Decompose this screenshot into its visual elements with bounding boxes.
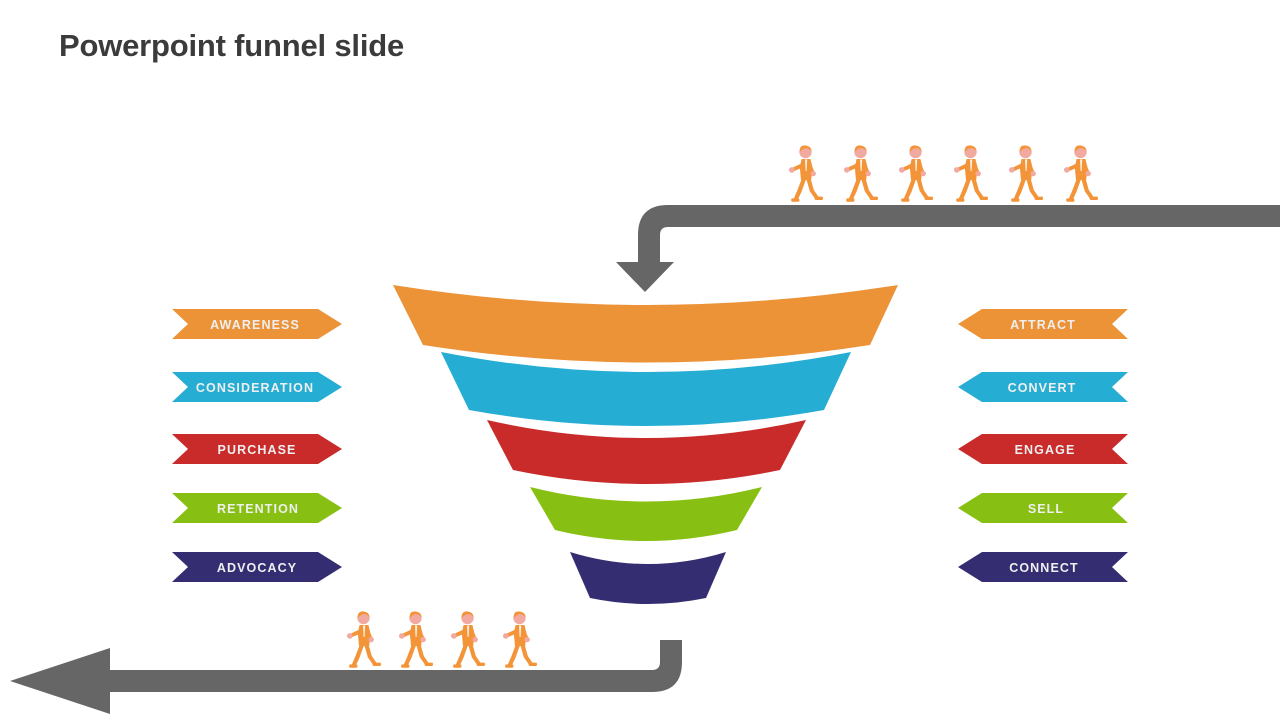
slide-canvas: Powerpoint funnel slide AWARENESS CONSID…: [0, 0, 1280, 720]
walking-person-icon: [844, 145, 878, 202]
walking-person-icon: [789, 145, 823, 202]
walking-person-icon: [899, 145, 933, 202]
people-layer: [347, 145, 1098, 668]
walking-person-icon: [1009, 145, 1043, 202]
walking-person-icon: [1064, 145, 1098, 202]
walking-person-icon: [399, 611, 433, 668]
walking-person-icon: [451, 611, 485, 668]
walking-person-icon: [503, 611, 537, 668]
walking-person-icon: [347, 611, 381, 668]
walking-person-icon: [954, 145, 988, 202]
